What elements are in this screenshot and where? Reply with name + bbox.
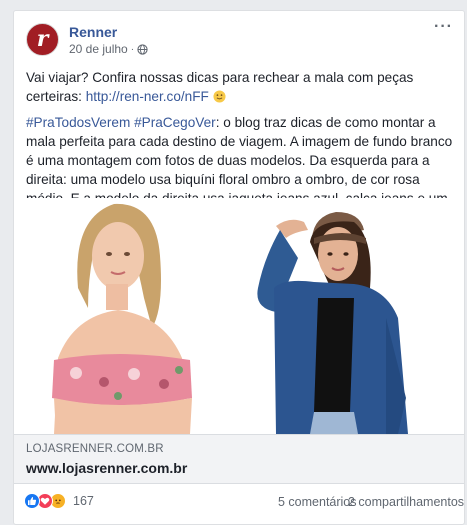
meta-separator: · [130,43,135,55]
post-image[interactable] [14,198,464,434]
post-date[interactable]: 20 de julho [69,42,128,56]
like-icon [24,493,40,509]
page-avatar[interactable]: r [26,23,59,56]
preview-domain: LOJASRENNER.COM.BR [26,443,164,455]
post-footer: 167 5 comentários 2 compartilhamentos [14,490,464,518]
reactions-summary[interactable]: 167 [24,493,94,509]
preview-title[interactable]: www.lojasrenner.com.br [26,460,187,476]
hashtag-pracegover[interactable]: #PraCegoVer [134,115,216,130]
models-photo-montage [14,198,464,434]
globe-icon[interactable] [137,43,148,55]
post-paragraph-1: Vai viajar? Confira nossas dicas para re… [26,68,458,106]
avatar-logo-letter: r [36,25,49,52]
hashtag-pratodosverem[interactable]: #PraTodosVerem [26,115,130,130]
facebook-post-card: r Renner 20 de julho · ··· Vai viajar? C… [13,10,465,525]
more-options-icon[interactable]: ··· [434,19,453,35]
slightly-smiling-face-icon [213,90,226,103]
shares-count-link[interactable]: 2 compartilhamentos [348,495,464,509]
reaction-count: 167 [73,494,94,508]
post-meta: 20 de julho · [69,42,148,56]
link-preview[interactable]: LOJASRENNER.COM.BR www.lojasrenner.com.b… [14,434,464,484]
comments-count-link[interactable]: 5 comentários [278,495,357,509]
page-name[interactable]: Renner [69,24,117,40]
post-link[interactable]: http://ren-ner.co/nFF [86,89,209,104]
